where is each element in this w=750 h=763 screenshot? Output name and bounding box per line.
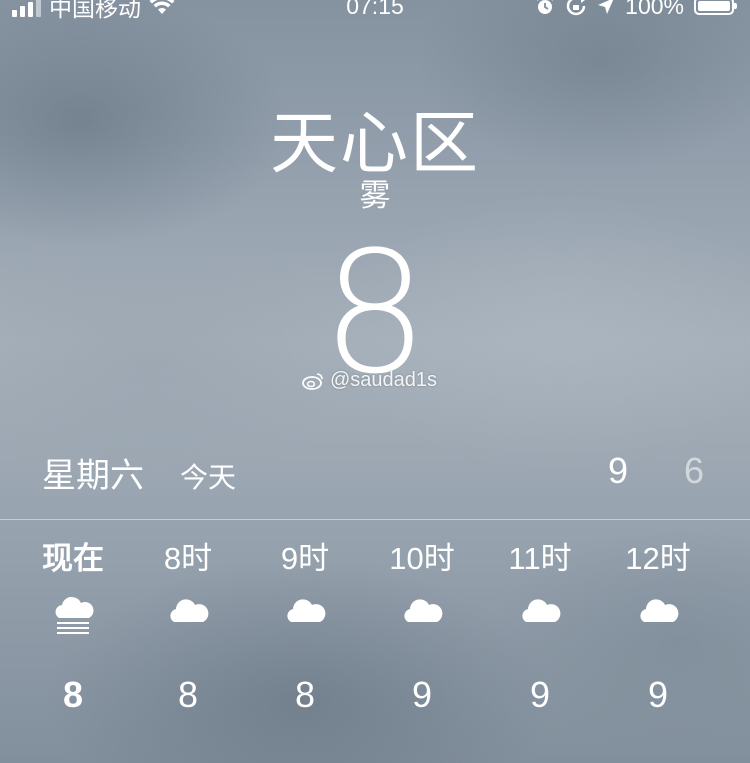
battery-icon <box>694 0 737 15</box>
location-arrow-icon <box>598 0 614 14</box>
watermark: @saudad1s <box>302 369 437 392</box>
hourly-item-8: 8时 8 <box>138 534 238 720</box>
hour-temperature: 9 <box>529 674 551 715</box>
status-bar: 中国移动 07:15 100% <box>0 0 750 22</box>
hour-label: 现在 <box>42 541 104 576</box>
cloud-icon <box>404 599 443 622</box>
cloud-icon <box>287 599 326 622</box>
hourly-item-9: 9时 8 <box>255 534 355 720</box>
hourly-item-10: 10时 9 <box>372 534 472 720</box>
hour-label: 12时 <box>625 541 691 576</box>
cloud-icon <box>522 599 561 622</box>
hour-label: 8时 <box>163 541 213 576</box>
divider <box>0 519 750 520</box>
hourly-item-12: 12时 9 <box>608 534 708 720</box>
hourly-item-next-partial: 1 <box>710 534 750 584</box>
hour-label: 11时 <box>508 541 572 576</box>
hourly-forecast[interactable]: 现在 8 8时 8 9时 8 10时 9 11时 9 12时 9 <box>0 534 750 734</box>
day-name: 星期六 <box>42 457 144 495</box>
today-tag: 今天 <box>180 462 237 493</box>
weather-condition: 雾 <box>359 178 391 213</box>
fog-icon <box>55 596 94 634</box>
hourly-item-11: 11时 9 <box>490 534 590 720</box>
high-temperature: 9 <box>608 450 629 491</box>
hourly-item-now: 现在 8 <box>23 534 123 720</box>
battery-percent: 100% <box>625 0 684 19</box>
cloud-icon <box>170 599 209 622</box>
watermark-text: @saudad1s <box>330 369 438 391</box>
hour-label: 1 <box>710 534 750 584</box>
hour-temperature: 8 <box>177 674 199 715</box>
hour-temperature: 9 <box>647 674 669 715</box>
hour-label: 10时 <box>389 541 455 576</box>
hour-temperature: 8 <box>62 674 84 715</box>
low-temperature: 6 <box>684 450 705 491</box>
hour-temperature: 9 <box>411 674 433 715</box>
hour-label: 9时 <box>280 541 330 576</box>
weibo-logo-icon <box>302 372 323 390</box>
status-right: 100% <box>535 0 737 22</box>
hour-temperature: 8 <box>294 674 316 715</box>
rotation-lock-icon <box>566 0 586 16</box>
today-row: 星期六 今天 9 6 <box>0 448 750 496</box>
alarm-icon <box>537 0 554 14</box>
cloud-icon <box>640 599 679 622</box>
